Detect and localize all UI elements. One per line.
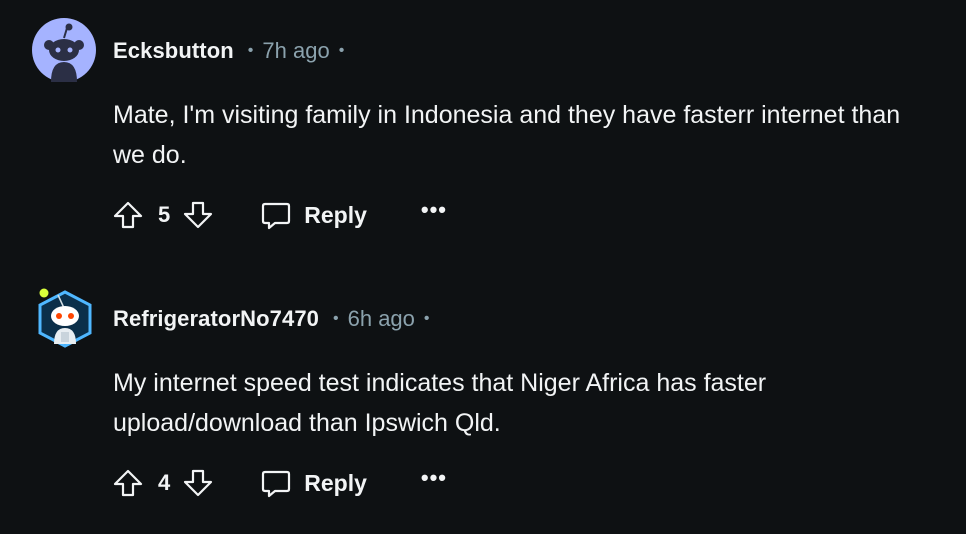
- separator-dot: •: [338, 42, 345, 59]
- comment-actions: 5 Reply •••: [112, 198, 447, 232]
- comment-meta: RefrigeratorNo7470 • 6h ago •: [113, 304, 430, 334]
- comment-bubble-icon: [262, 202, 291, 230]
- reply-button[interactable]: Reply: [260, 199, 367, 231]
- more-options-icon[interactable]: •••: [421, 467, 447, 493]
- snoo-avatar-icon: [32, 18, 96, 82]
- separator-dot: •: [247, 42, 254, 59]
- separator-dot: •: [423, 310, 430, 327]
- snoo-avatar-icon: [38, 288, 92, 348]
- reply-label: Reply: [304, 469, 367, 496]
- comment-body: Mate, I'm visiting family in Indonesia a…: [113, 101, 901, 169]
- comment-meta: Ecksbutton • 7h ago •: [113, 36, 344, 66]
- timestamp[interactable]: 6h ago: [348, 306, 415, 332]
- reply-button[interactable]: Reply: [260, 467, 367, 499]
- upvote-icon[interactable]: [112, 467, 144, 499]
- timestamp[interactable]: 7h ago: [262, 38, 329, 64]
- author-name[interactable]: Ecksbutton: [113, 38, 234, 64]
- reply-label: Reply: [304, 201, 367, 228]
- downvote-icon[interactable]: [182, 467, 214, 499]
- vote-score: 4: [158, 470, 171, 495]
- comment-bubble-icon: [262, 470, 291, 498]
- upvote-icon[interactable]: [112, 199, 144, 231]
- vote-score: 5: [158, 202, 171, 227]
- avatar[interactable]: [32, 18, 96, 82]
- more-options-icon[interactable]: •••: [421, 199, 447, 225]
- downvote-icon[interactable]: [182, 199, 214, 231]
- comment-body: My internet speed test indicates that Ni…: [113, 369, 767, 437]
- separator-dot: •: [333, 310, 339, 327]
- comment-actions: 4 Reply •••: [112, 466, 447, 500]
- author-name[interactable]: RefrigeratorNo7470: [113, 306, 319, 332]
- avatar[interactable]: [36, 286, 94, 352]
